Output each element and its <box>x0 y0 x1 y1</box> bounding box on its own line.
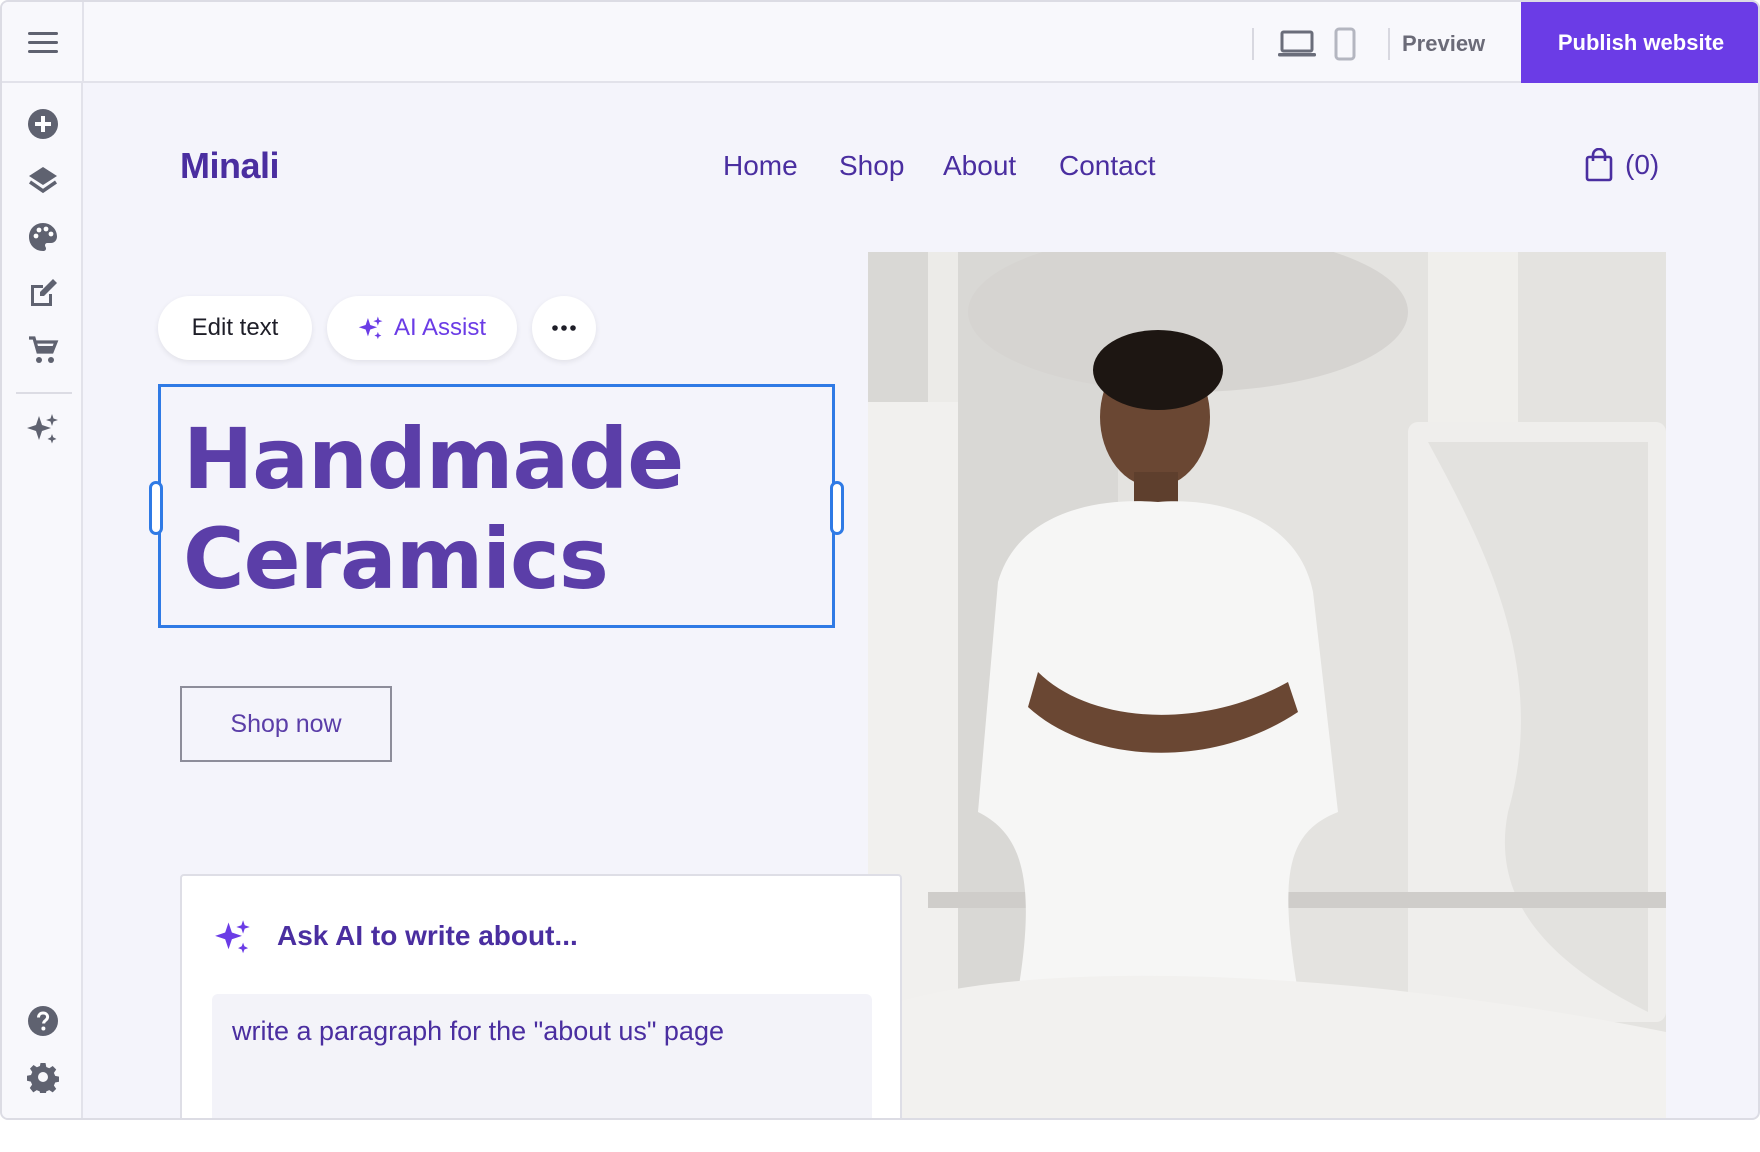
nav-about-link[interactable]: About <box>943 150 1016 182</box>
palette-icon[interactable] <box>26 220 60 254</box>
headline-selection-box[interactable]: Handmade Ceramics <box>149 384 844 628</box>
editor-window: Preview Publish website Minali Home Shop… <box>0 0 1760 1120</box>
add-icon[interactable] <box>26 107 60 141</box>
nav-contact-link[interactable]: Contact <box>1059 150 1156 182</box>
hamburger-menu-icon[interactable] <box>28 32 58 54</box>
headline-line-2: Ceramics <box>183 510 609 608</box>
right-resize-handle[interactable] <box>830 481 844 535</box>
more-options-button[interactable] <box>532 296 596 360</box>
shopping-bag-icon <box>1585 148 1613 182</box>
left-sidebar <box>2 83 83 1118</box>
ai-assist-button[interactable]: AI Assist <box>327 296 517 360</box>
left-resize-handle[interactable] <box>149 481 163 535</box>
nav-shop-link[interactable]: Shop <box>839 150 904 182</box>
layers-icon[interactable] <box>26 163 60 197</box>
ai-assist-label: AI Assist <box>393 314 487 341</box>
more-horizontal-icon <box>552 325 576 331</box>
cart-icon[interactable] <box>26 333 60 367</box>
ai-prompt-input[interactable]: write a paragraph for the "about us" pag… <box>212 994 872 1118</box>
help-icon[interactable] <box>26 1004 60 1038</box>
edit-text-label: Edit text <box>191 314 279 341</box>
cart-count: (0) <box>1625 149 1660 180</box>
top-bar: Preview Publish website <box>2 2 1758 83</box>
site-cart[interactable]: (0) <box>1585 148 1659 182</box>
preview-button[interactable]: Preview <box>1402 24 1485 64</box>
desktop-view-icon[interactable] <box>1278 30 1316 63</box>
site-logo[interactable]: Minali <box>180 145 280 187</box>
topbar-divider <box>82 2 84 83</box>
divider <box>1388 28 1390 60</box>
nav-home-link[interactable]: Home <box>723 150 798 182</box>
mobile-view-icon[interactable] <box>1334 27 1356 66</box>
settings-icon[interactable] <box>26 1060 60 1094</box>
edit-text-button[interactable]: Edit text <box>158 296 312 360</box>
ai-prompt-panel: Ask AI to write about... write a paragra… <box>180 874 902 1118</box>
sparkles-icon <box>215 920 250 954</box>
shop-now-button[interactable]: Shop now <box>180 686 392 762</box>
divider <box>1252 28 1254 60</box>
edit-icon[interactable] <box>26 276 60 310</box>
headline-line-1: Handmade <box>183 410 684 508</box>
ai-panel-title: Ask AI to write about... <box>277 920 578 951</box>
sidebar-divider <box>16 392 72 394</box>
hero-headline[interactable]: Handmade Ceramics <box>183 409 823 609</box>
sparkles-icon[interactable] <box>26 412 60 446</box>
hero-photo <box>868 252 1666 1118</box>
sparkles-icon <box>358 316 383 340</box>
publish-website-button[interactable]: Publish website <box>1521 2 1758 83</box>
